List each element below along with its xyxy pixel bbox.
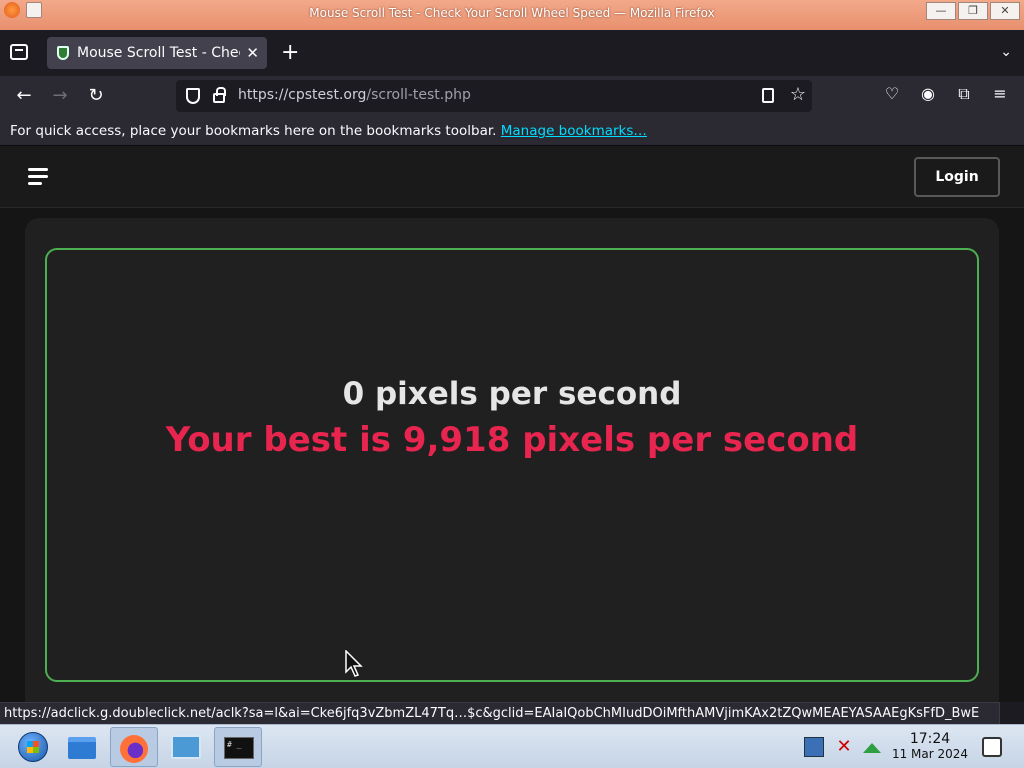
list-all-tabs-icon[interactable]: ⌄ <box>1000 44 1012 60</box>
window-title-bar: Mouse Scroll Test - Check Your Scroll Wh… <box>0 0 1024 30</box>
file-explorer-taskbar-button[interactable] <box>58 727 106 767</box>
url-text[interactable]: https://cpstest.org/scroll-test.php <box>238 87 471 103</box>
arrow-up-tray-icon[interactable] <box>862 737 882 757</box>
url-path: /scroll-test.php <box>366 87 471 103</box>
terminal-taskbar-button[interactable]: # _ <box>214 727 262 767</box>
current-scroll-speed: 0 pixels per second <box>342 376 682 412</box>
control-panel-icon <box>171 735 201 759</box>
tracking-protection-shield-icon[interactable] <box>186 88 200 104</box>
url-base: https://cpstest.org <box>238 87 367 103</box>
clock-date: 11 Mar 2024 <box>891 747 969 761</box>
maximize-button[interactable]: ❐ <box>958 2 988 20</box>
new-tab-button[interactable]: + <box>281 40 299 66</box>
bookmarks-toolbar: For quick access, place your bookmarks h… <box>0 116 1024 146</box>
manage-bookmarks-link[interactable]: Manage bookmarks… <box>501 123 647 139</box>
navigation-toolbar: ← → ↻ https://cpstest.org/scroll-test.ph… <box>0 76 1024 116</box>
network-disconnected-tray-icon[interactable]: ✕ <box>834 737 854 757</box>
tab-mouse-scroll-test[interactable]: Mouse Scroll Test - Check Your Scroll Wh… <box>47 37 267 69</box>
firefox-taskbar-button[interactable] <box>110 727 158 767</box>
tab-label: Mouse Scroll Test - Check Your Scroll Wh… <box>77 45 240 61</box>
site-favicon-icon <box>57 46 69 60</box>
url-bar[interactable]: https://cpstest.org/scroll-test.php ☆ <box>176 80 812 112</box>
control-panel-taskbar-button[interactable] <box>162 727 210 767</box>
reader-view-icon[interactable] <box>762 88 774 103</box>
extensions-icon[interactable]: ⧉ <box>952 84 976 104</box>
best-scroll-speed: Your best is 9,918 pixels per second <box>165 420 859 460</box>
minimize-button[interactable]: — <box>926 2 956 20</box>
close-tab-icon[interactable]: ✕ <box>246 44 259 62</box>
pocket-icon[interactable]: ♡ <box>880 84 904 103</box>
back-button[interactable]: ← <box>12 84 36 108</box>
folder-icon <box>68 737 96 759</box>
mouse-cursor-icon <box>345 650 363 677</box>
action-center-tray-icon[interactable] <box>982 737 1002 757</box>
close-window-button[interactable]: ✕ <box>990 2 1020 20</box>
notes-tray-icon[interactable] <box>804 737 824 757</box>
clock-time: 17:24 <box>909 731 951 747</box>
firefox-icon <box>120 735 148 763</box>
login-button[interactable]: Login <box>914 157 1000 197</box>
terminal-icon: # _ <box>224 737 254 759</box>
tab-strip: Mouse Scroll Test - Check Your Scroll Wh… <box>0 30 1024 76</box>
account-icon[interactable]: ◉ <box>916 84 940 103</box>
link-status-overlay: https://adclick.g.doubleclick.net/aclk?s… <box>0 702 1000 724</box>
app-menu-hamburger-icon[interactable]: ≡ <box>988 84 1012 103</box>
bookmark-star-icon[interactable]: ☆ <box>790 84 806 105</box>
web-page: Login 0 pixels per second Your best is 9… <box>0 146 1024 702</box>
site-menu-icon[interactable] <box>28 168 48 189</box>
scroll-test-area[interactable]: 0 pixels per second Your best is 9,918 p… <box>45 248 979 682</box>
taskbar: # _ ✕ 17:24 11 Mar 2024 <box>0 724 1024 768</box>
reload-button[interactable]: ↻ <box>84 84 108 108</box>
bookmarks-toolbar-message: For quick access, place your bookmarks h… <box>10 123 497 139</box>
window-title: Mouse Scroll Test - Check Your Scroll Wh… <box>309 6 715 20</box>
system-clock[interactable]: 17:24 11 Mar 2024 <box>890 731 970 761</box>
start-button-icon[interactable] <box>18 732 48 762</box>
window-controls: — ❐ ✕ <box>926 2 1020 20</box>
lock-icon[interactable] <box>213 87 226 103</box>
site-header: Login <box>0 146 1024 208</box>
forward-button[interactable]: → <box>48 84 72 108</box>
firefox-view-icon[interactable] <box>10 44 28 60</box>
